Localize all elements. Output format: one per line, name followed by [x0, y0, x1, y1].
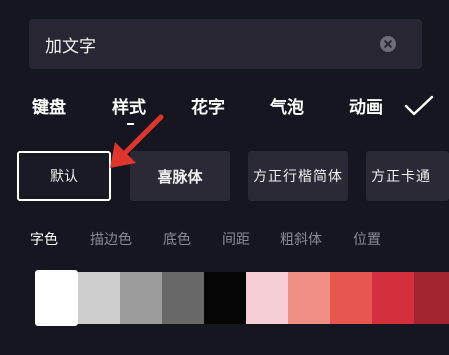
- subtab-position[interactable]: 位置: [353, 229, 381, 249]
- color-swatch[interactable]: [120, 272, 163, 324]
- subtab-bold-italic[interactable]: 粗斜体: [280, 229, 322, 249]
- tab-fancy-text[interactable]: 花字: [191, 93, 225, 118]
- color-swatch[interactable]: [35, 270, 78, 326]
- font-option-label: 方正卡通: [371, 169, 431, 185]
- text-input[interactable]: 加文字: [29, 19, 422, 69]
- subtab-text-color[interactable]: 字色: [30, 229, 58, 249]
- font-option-label: 默认: [50, 169, 78, 185]
- annotation-arrow-icon: [110, 114, 164, 168]
- tab-bubble[interactable]: 气泡: [270, 93, 304, 118]
- color-swatch[interactable]: [288, 272, 331, 324]
- text-input-value: 加文字: [45, 37, 96, 57]
- color-swatch[interactable]: [330, 272, 373, 324]
- font-option-fangzheng-cartoon[interactable]: 方正卡通: [366, 151, 449, 201]
- color-swatch[interactable]: [78, 272, 121, 324]
- checkmark-icon[interactable]: [404, 95, 434, 117]
- color-swatch[interactable]: [204, 272, 247, 324]
- color-swatch[interactable]: [372, 272, 415, 324]
- clear-icon[interactable]: [380, 36, 396, 52]
- tab-keyboard[interactable]: 键盘: [32, 93, 66, 118]
- font-option-label: 方正行楷简体: [253, 169, 343, 185]
- color-swatch[interactable]: [162, 272, 205, 324]
- subtab-spacing[interactable]: 间距: [222, 229, 250, 249]
- font-option-fangzheng-xingkai[interactable]: 方正行楷简体: [248, 151, 348, 201]
- color-swatch[interactable]: [414, 272, 449, 324]
- tab-animation[interactable]: 动画: [349, 93, 383, 118]
- font-option-default[interactable]: 默认: [17, 151, 111, 201]
- color-swatch[interactable]: [246, 272, 289, 324]
- subtab-stroke-color[interactable]: 描边色: [90, 229, 132, 249]
- subtab-background-color[interactable]: 底色: [163, 229, 191, 249]
